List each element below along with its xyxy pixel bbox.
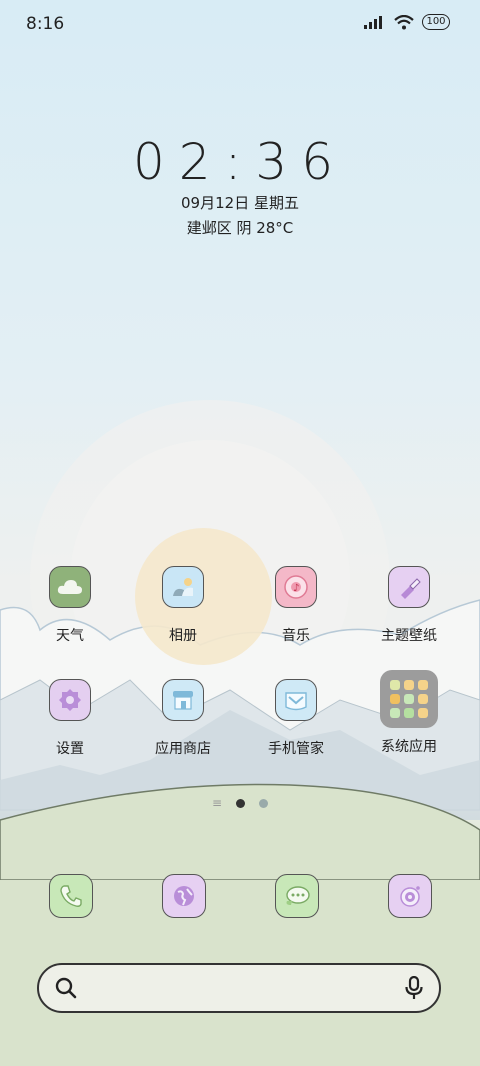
security-icon (275, 679, 317, 721)
status-time: 8:16 (26, 14, 65, 34)
folder-icon (380, 670, 438, 728)
app-store[interactable]: 应用商店 (133, 679, 233, 758)
clock-weather: 建邺区 阴 28°C (186, 219, 294, 237)
themes-icon (388, 566, 430, 608)
app-label: 主题壁纸 (381, 628, 437, 644)
dock-camera[interactable] (388, 874, 432, 918)
clock-date: 09月12日 星期五 (181, 194, 299, 212)
status-icons: 100 (364, 14, 450, 30)
weather-icon (49, 566, 91, 608)
music-icon: ♪ (275, 566, 317, 608)
app-label: 音乐 (282, 628, 310, 644)
app-label: 应用商店 (155, 741, 211, 757)
page-dot (259, 798, 269, 808)
settings-icon (49, 679, 91, 721)
search-bar[interactable] (37, 963, 441, 1013)
globe-icon (174, 886, 194, 906)
app-music[interactable]: ♪ 音乐 (246, 566, 346, 645)
battery-indicator: 100 (422, 14, 450, 30)
dock-browser[interactable] (162, 874, 206, 918)
app-label: 手机管家 (268, 741, 324, 757)
wifi-icon (394, 14, 414, 29)
app-themes[interactable]: 主题壁纸 (359, 566, 459, 645)
microphone-icon[interactable] (405, 976, 423, 1000)
page-indicator[interactable]: ≡ (0, 796, 480, 810)
phone-icon (60, 885, 82, 907)
gallery-icon (162, 566, 204, 608)
dock-phone[interactable] (49, 874, 93, 918)
page-dot-active (236, 798, 246, 808)
message-icon (286, 886, 310, 905)
app-label: 天气 (56, 628, 84, 644)
clock-time[interactable]: 02:36 (0, 133, 480, 191)
app-label: 相册 (169, 628, 197, 644)
app-label: 设置 (56, 741, 84, 757)
search-icon[interactable] (55, 977, 77, 999)
status-bar: 8:16 100 (0, 0, 480, 50)
app-folder-system[interactable]: 系统应用 (359, 670, 459, 756)
app-settings[interactable]: 设置 (20, 679, 120, 758)
app-label: 系统应用 (381, 739, 437, 755)
camera-icon (400, 886, 420, 907)
app-weather[interactable]: 天气 (20, 566, 120, 645)
app-security[interactable]: 手机管家 (246, 679, 346, 758)
app-store-icon (162, 679, 204, 721)
app-gallery[interactable]: 相册 (133, 566, 233, 645)
dock-messages[interactable] (275, 874, 319, 918)
menu-lines-icon: ≡ (211, 796, 223, 810)
svg-text:♪: ♪ (293, 583, 299, 594)
signal-icon (364, 16, 382, 29)
search-input[interactable] (87, 978, 395, 998)
